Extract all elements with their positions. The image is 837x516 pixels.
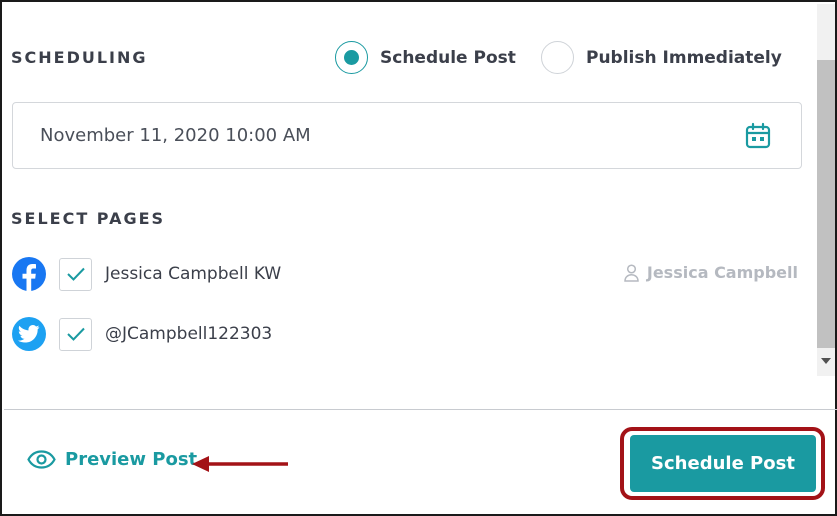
radio-publish-immediately[interactable]: Publish Immediately [541,41,782,74]
radio-button-unselected[interactable] [541,41,574,74]
date-value: November 11, 2020 10:00 AM [40,125,311,146]
scheduling-section-label: SCHEDULING [11,48,148,67]
user-icon [624,263,639,282]
footer-divider [4,409,837,410]
preview-post-link[interactable]: Preview Post [27,449,197,470]
select-pages-section-label: SELECT PAGES [11,209,166,228]
checkmark-icon [66,267,85,281]
annotation-arrow-icon [192,456,288,472]
facebook-page-checkbox[interactable] [59,257,92,291]
checkmark-icon [66,327,85,341]
calendar-icon[interactable] [744,122,772,150]
scrollbar-thumb[interactable] [817,60,835,348]
radio-schedule-post[interactable]: Schedule Post [335,41,516,74]
facebook-page-name: Jessica Campbell KW [105,264,282,284]
schedule-post-button[interactable]: Schedule Post [630,435,816,492]
radio-button-selected[interactable] [335,41,368,74]
radio-label-publish-immediately: Publish Immediately [586,47,782,68]
schedule-date-input[interactable]: November 11, 2020 10:00 AM [12,102,802,169]
scroll-down-arrow-icon[interactable] [821,358,831,364]
page-owner-name: Jessica Campbell [646,263,798,282]
radio-label-schedule-post: Schedule Post [380,47,516,68]
scrollbar[interactable] [817,4,835,376]
scheduling-dialog: SCHEDULING Schedule Post Publish Immedia… [0,0,837,516]
eye-icon [27,450,56,469]
twitter-icon [12,317,46,351]
page-owner: Jessica Campbell [624,263,798,282]
page-row-twitter: @JCampbell122303 [12,317,272,351]
twitter-page-name: @JCampbell122303 [105,324,273,344]
facebook-icon [12,257,46,291]
twitter-page-checkbox[interactable] [59,317,92,351]
preview-post-label: Preview Post [65,449,198,470]
radio-dot [344,50,359,65]
page-row-facebook: Jessica Campbell KW [12,257,281,291]
